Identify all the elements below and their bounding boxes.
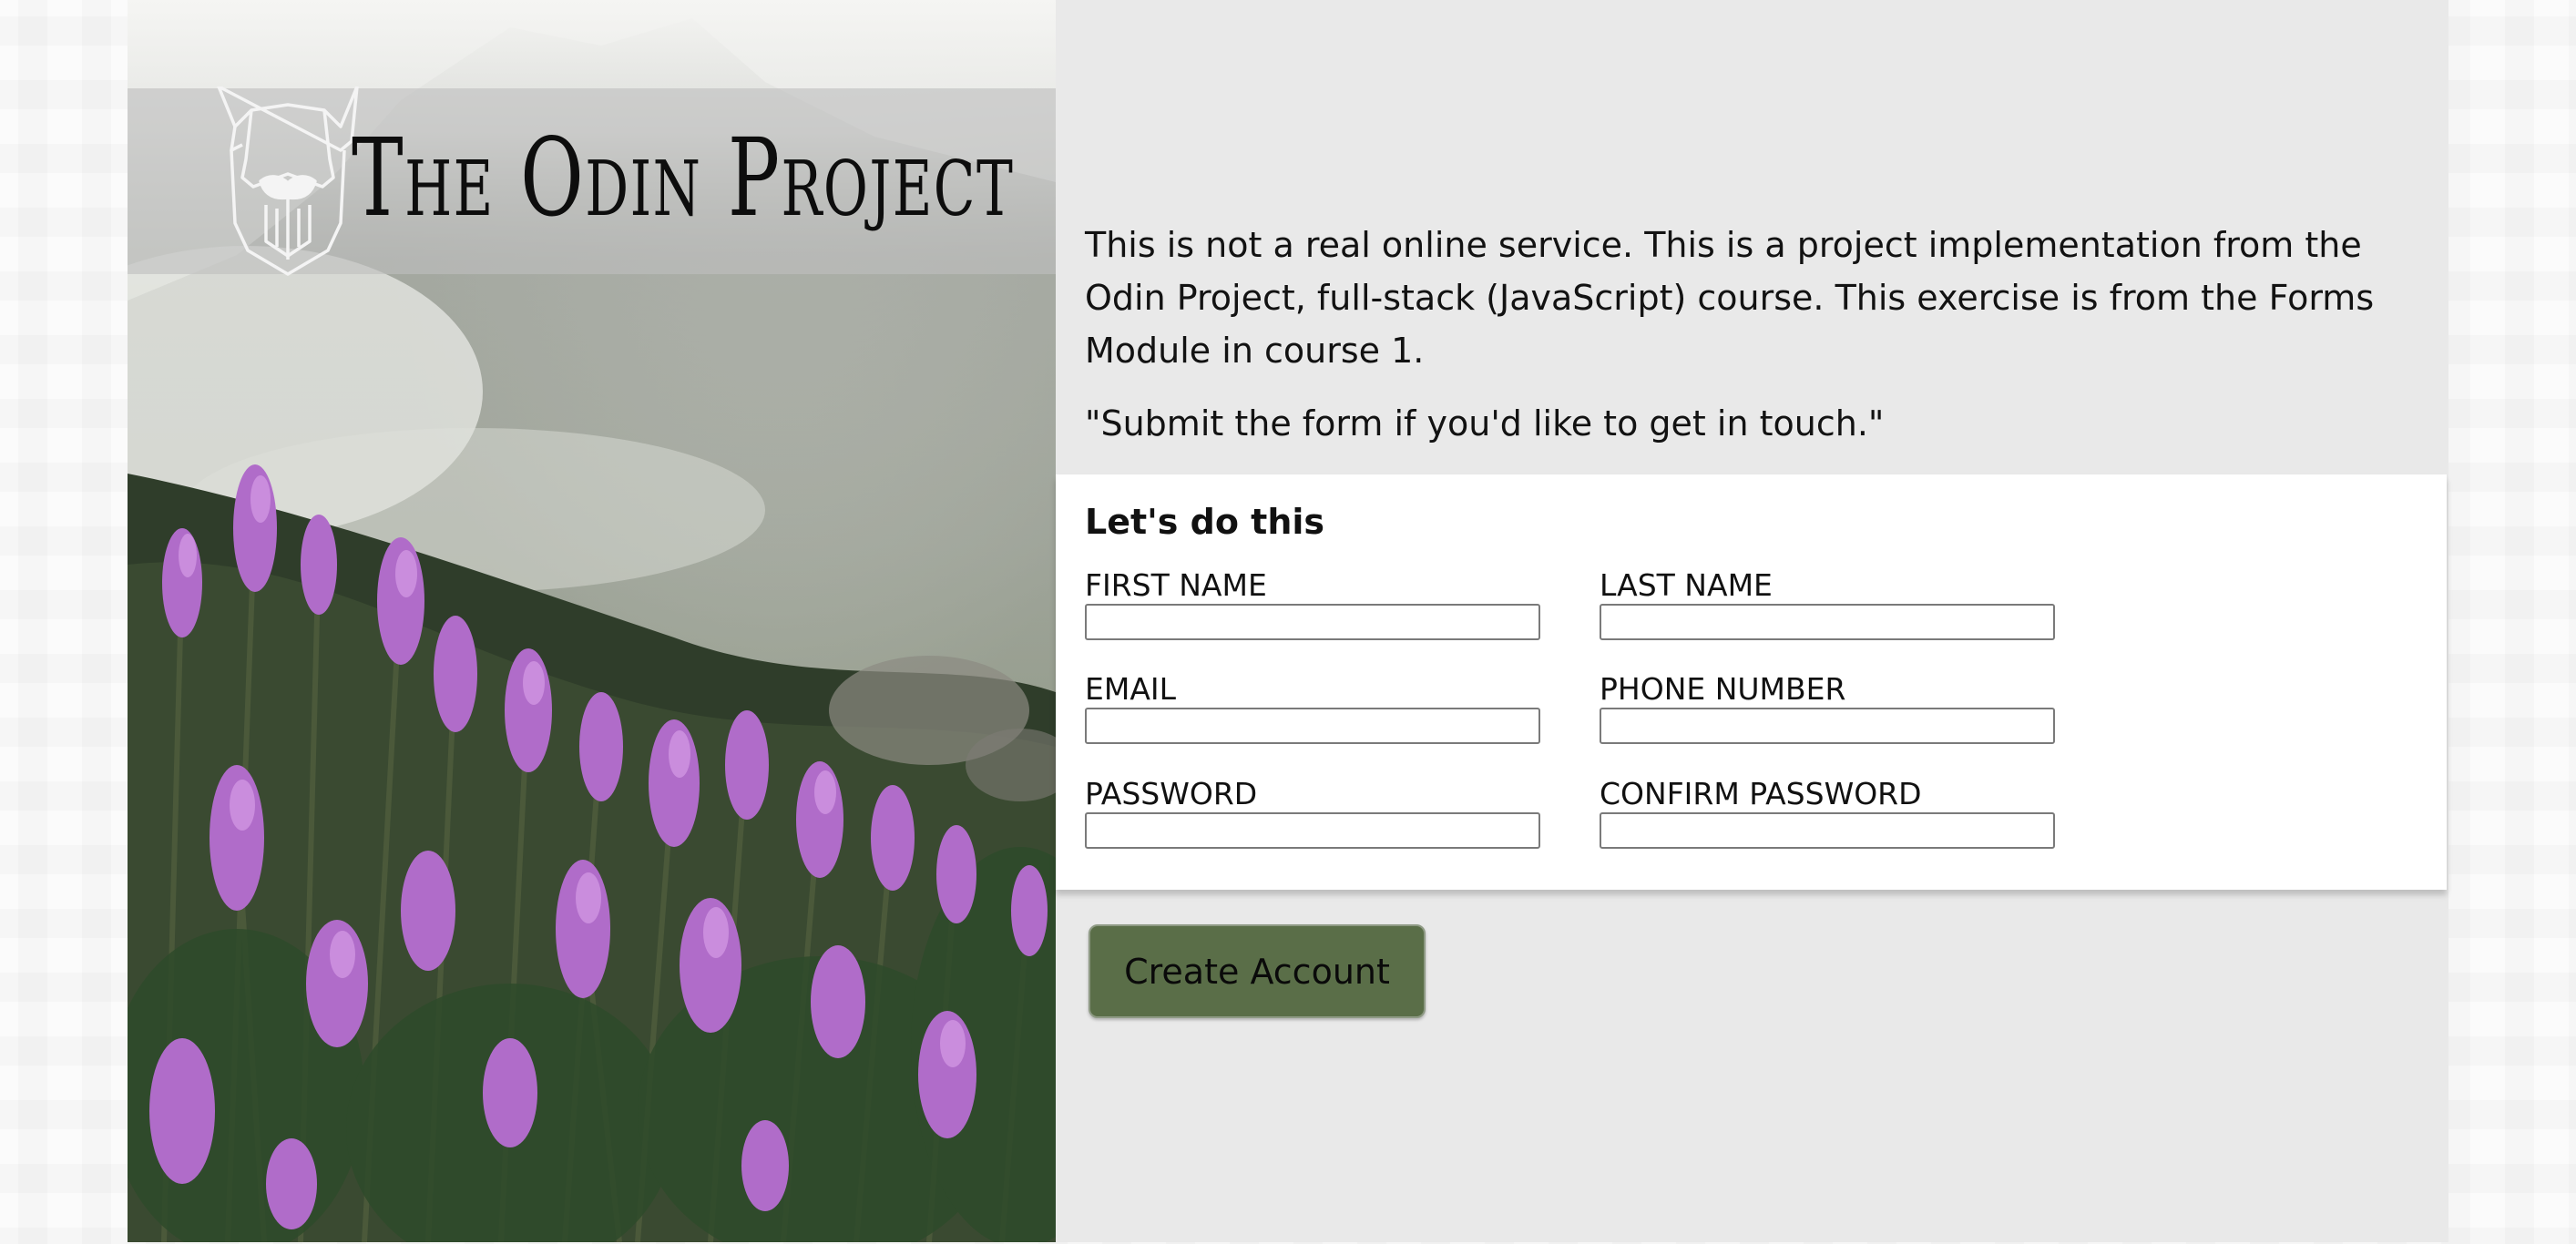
phone-number-label: PHONE NUMBER: [1600, 671, 1846, 707]
last-name-field-group: LAST NAME: [1600, 567, 2055, 640]
last-name-input[interactable]: [1600, 604, 2055, 640]
create-account-button[interactable]: Create Account: [1089, 924, 1426, 1018]
confirm-password-field-group: CONFIRM PASSWORD: [1600, 776, 2055, 849]
main-content: This is not a real online service. This …: [1056, 0, 2448, 1242]
password-label: PASSWORD: [1085, 776, 1258, 811]
intro-section: This is not a real online service. This …: [1085, 219, 2397, 450]
last-name-label: LAST NAME: [1600, 567, 1773, 603]
signup-form: Let's do this FIRST NAME LAST NAME EMAIL…: [1056, 474, 2447, 890]
confirm-password-input[interactable]: [1600, 812, 2055, 849]
intro-paragraph: This is not a real online service. This …: [1085, 225, 2375, 371]
brand-banner: The Odin Project: [128, 87, 1056, 276]
phone-number-field-group: PHONE NUMBER: [1600, 671, 2055, 744]
email-field-group: EMAIL: [1085, 671, 1540, 744]
page-container: The Odin Project This is not a real onli…: [128, 0, 2448, 1242]
password-input[interactable]: [1085, 812, 1540, 849]
first-name-input[interactable]: [1085, 604, 1540, 640]
confirm-password-label: CONFIRM PASSWORD: [1600, 776, 1922, 811]
first-name-field-group: FIRST NAME: [1085, 567, 1540, 640]
phone-number-input[interactable]: [1600, 708, 2055, 744]
odin-viking-logo-icon: [217, 87, 359, 276]
email-input[interactable]: [1085, 708, 1540, 744]
first-name-label: FIRST NAME: [1085, 567, 1267, 603]
form-title: Let's do this: [1085, 502, 1325, 542]
email-label: EMAIL: [1085, 671, 1177, 707]
hero-image: The Odin Project: [128, 0, 1056, 1242]
brand-title: The Odin Project: [352, 115, 1015, 240]
intro-quote: "Submit the form if you'd like to get in…: [1085, 403, 1885, 444]
password-field-group: PASSWORD: [1085, 776, 1540, 849]
